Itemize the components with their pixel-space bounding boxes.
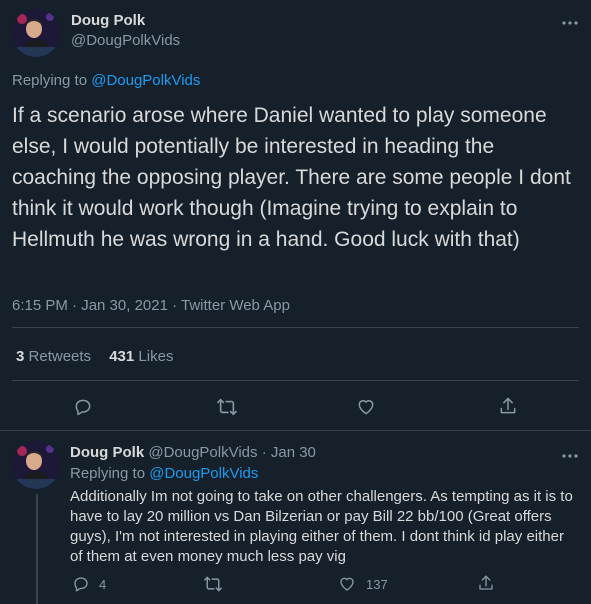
more-dots-icon <box>561 13 579 30</box>
reply-author-name[interactable]: Doug Polk <box>70 444 144 461</box>
retweets-count: 3 <box>16 348 25 365</box>
divider <box>12 380 579 381</box>
reply-header: Doug Polk @DougPolkVids · Jan 30 <box>70 444 316 461</box>
main-share-button[interactable] <box>497 395 519 417</box>
main-tweet-meta[interactable]: 6:15 PM · Jan 30, 2021 · Twitter Web App <box>12 297 290 314</box>
reply-date[interactable]: · Jan 30 <box>262 444 316 461</box>
retweets-stat[interactable]: 3 Retweets <box>16 348 95 365</box>
main-like-button[interactable] <box>355 396 377 418</box>
reply-retweet-button[interactable] <box>203 574 223 594</box>
divider <box>0 430 591 431</box>
main-reply-button[interactable] <box>72 396 94 418</box>
reply-icon <box>75 399 91 416</box>
main-retweet-button[interactable] <box>215 396 239 418</box>
share-icon <box>479 575 493 590</box>
replying-to-handle[interactable]: @DougPolkVids <box>91 72 200 89</box>
main-author-handle[interactable]: @DougPolkVids <box>71 32 180 49</box>
likes-label: Likes <box>138 348 174 365</box>
share-icon <box>500 397 516 414</box>
main-replying-to: Replying to @DougPolkVids <box>12 72 200 89</box>
likes-count: 431 <box>109 348 135 365</box>
divider <box>12 327 579 328</box>
reply-more-button[interactable] <box>561 447 579 463</box>
reply-like-button[interactable]: 137 <box>338 574 388 594</box>
replying-prefix: Replying to <box>70 465 146 482</box>
reply-avatar[interactable] <box>12 441 60 489</box>
main-author-name[interactable]: Doug Polk <box>71 12 145 29</box>
retweet-icon <box>204 576 222 592</box>
heart-icon <box>340 577 354 591</box>
thread-line <box>36 494 38 604</box>
reply-icon <box>74 577 88 592</box>
main-tweet-text: If a scenario arose where Daniel wanted … <box>12 104 577 251</box>
more-dots-icon <box>561 446 579 463</box>
main-more-button[interactable] <box>561 14 579 30</box>
heart-icon <box>358 400 374 415</box>
retweets-label: Retweets <box>28 348 92 365</box>
reply-reply-button[interactable]: 4 <box>72 574 106 594</box>
retweet-icon <box>217 398 237 416</box>
replying-to-handle[interactable]: @DougPolkVids <box>149 465 258 482</box>
replying-prefix: Replying to <box>12 72 88 89</box>
reply-tweet-text: Additionally Im not going to take on oth… <box>70 488 573 565</box>
reply-author-handle[interactable]: @DougPolkVids <box>148 444 257 461</box>
reply-count: 4 <box>99 576 107 592</box>
like-count: 137 <box>366 576 388 592</box>
main-avatar[interactable] <box>12 9 60 57</box>
main-stats: 3 Retweets 431 Likes <box>16 348 173 365</box>
reply-replying-to: Replying to @DougPolkVids <box>70 465 258 482</box>
likes-stat[interactable]: 431 Likes <box>109 348 173 365</box>
reply-share-button[interactable] <box>476 573 496 593</box>
